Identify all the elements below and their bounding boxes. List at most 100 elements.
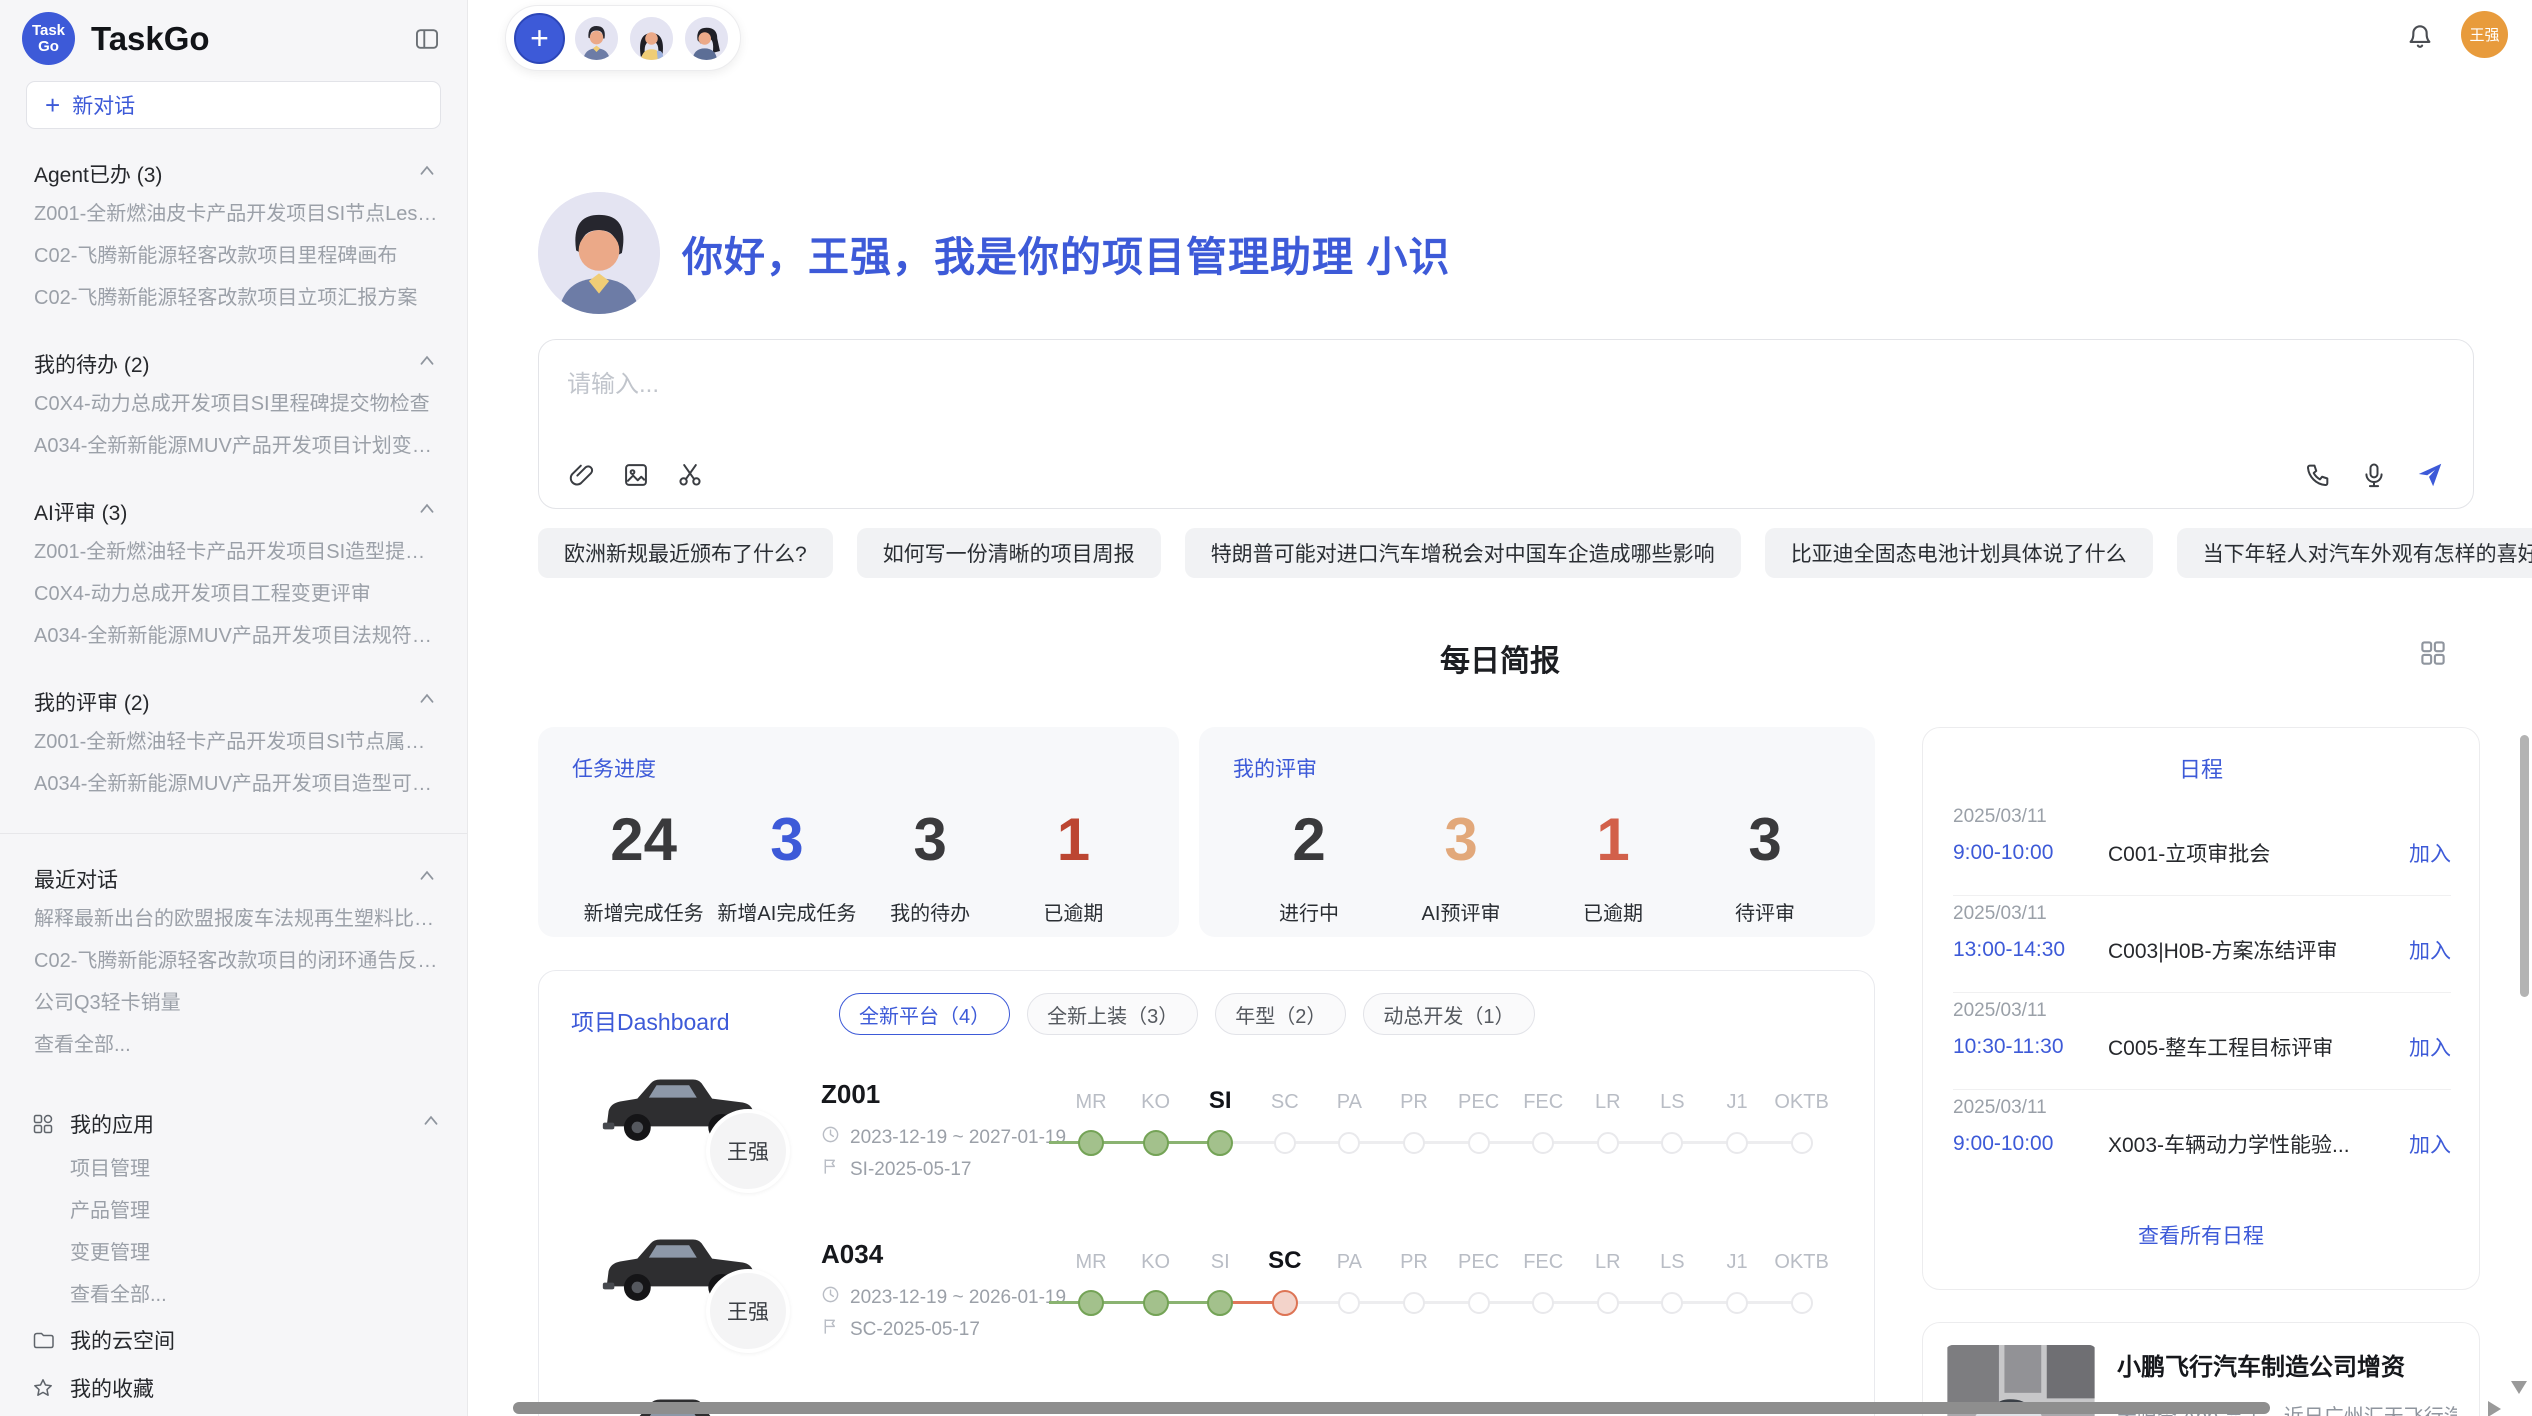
project-name: A034 <box>821 1239 883 1270</box>
milestone-dot[interactable] <box>1274 1132 1296 1154</box>
voice-call-icon[interactable] <box>2303 460 2333 490</box>
sidebar-task-item[interactable]: Z001-全新燃油轻卡产品开发项目SI节点属性5D文件评审 <box>0 721 467 763</box>
join-meeting-link[interactable]: 加入 <box>2409 935 2451 965</box>
sidebar-collapse-icon[interactable] <box>409 21 445 57</box>
sidebar-task-item[interactable]: C0X4-动力总成开发项目工程变更评审 <box>0 573 467 615</box>
scroll-down-arrow[interactable] <box>2511 1381 2527 1394</box>
milestone-dot[interactable] <box>1143 1130 1169 1156</box>
sidebar-app-item[interactable]: 产品管理 <box>0 1190 467 1232</box>
milestone-label: OKTB <box>1757 1251 1847 1274</box>
send-icon[interactable] <box>2415 460 2445 490</box>
milestone-dot[interactable] <box>1272 1290 1298 1316</box>
milestone-dot[interactable] <box>1338 1292 1360 1314</box>
milestone-dot[interactable] <box>1597 1132 1619 1154</box>
scissors-icon[interactable] <box>675 460 705 490</box>
milestone-dot[interactable] <box>1078 1130 1104 1156</box>
view-all-schedule-link[interactable]: 查看所有日程 <box>1923 1220 2479 1250</box>
milestone-dot[interactable] <box>1207 1130 1233 1156</box>
dashboard-tab[interactable]: 动总开发（1） <box>1363 993 1534 1035</box>
join-meeting-link[interactable]: 加入 <box>2409 1129 2451 1159</box>
milestone-dot[interactable] <box>1726 1292 1748 1314</box>
milestone-dot[interactable] <box>1661 1132 1683 1154</box>
chat-input-box[interactable]: 请输入... <box>538 339 2474 509</box>
assistant-avatar <box>538 192 660 314</box>
horizontal-scrollbar[interactable] <box>513 1402 2270 1414</box>
suggestion-chip[interactable]: 特朗普可能对进口汽车增税会对中国车企造成哪些影响 <box>1185 528 1741 578</box>
join-meeting-link[interactable]: 加入 <box>2409 1032 2451 1062</box>
new-chat-button[interactable]: + 新对话 <box>26 81 441 129</box>
sidebar-item-cloud[interactable]: 我的云空间 <box>0 1316 467 1364</box>
milestone-dot[interactable] <box>1207 1290 1233 1316</box>
milestone-dot[interactable] <box>1143 1290 1169 1316</box>
user-avatar[interactable]: 王强 <box>2461 11 2508 58</box>
join-meeting-link[interactable]: 加入 <box>2409 838 2451 868</box>
milestone-dot[interactable] <box>1403 1132 1425 1154</box>
vertical-scrollbar[interactable] <box>2520 735 2529 997</box>
milestone-dot[interactable] <box>1468 1132 1490 1154</box>
agent-avatar-3[interactable] <box>683 15 730 62</box>
dashboard-tab[interactable]: 年型（2） <box>1215 993 1346 1035</box>
sidebar-section-header[interactable]: 我的待办 (2) <box>34 349 437 379</box>
recent-conversation-item[interactable]: 公司Q3轻卡销量 <box>0 982 467 1024</box>
suggestion-chip[interactable]: 比亚迪全固态电池计划具体说了什么 <box>1765 528 2153 578</box>
suggestion-chip[interactable]: 当下年轻人对汽车外观有怎样的喜好趋势 <box>2177 528 2532 578</box>
recent-conversation-item[interactable]: 查看全部... <box>0 1024 467 1066</box>
milestone-dot[interactable] <box>1532 1292 1554 1314</box>
chevron-up-icon[interactable] <box>417 866 437 892</box>
sidebar-task-item[interactable]: A034-全新新能源MUV产品开发项目计划变更表编写 <box>0 425 467 467</box>
chevron-up-icon[interactable] <box>421 1111 441 1137</box>
milestone-dot[interactable] <box>1661 1292 1683 1314</box>
image-icon[interactable] <box>621 460 651 490</box>
chevron-up-icon[interactable] <box>417 351 437 377</box>
chevron-up-icon[interactable] <box>417 161 437 187</box>
recent-conversation-item[interactable]: 解释最新出台的欧盟报废车法规再生塑料比例被调至15%... <box>0 898 467 940</box>
sidebar-app-item[interactable]: 查看全部... <box>0 1274 467 1316</box>
add-agent-button[interactable]: + <box>514 13 565 64</box>
notifications-bell-icon[interactable] <box>2405 20 2435 50</box>
sidebar-task-item[interactable]: C02-飞腾新能源轻客改款项目立项汇报方案 <box>0 277 467 319</box>
dashboard-tab[interactable]: 全新平台（4） <box>839 993 1010 1035</box>
sidebar-task-item[interactable]: C02-飞腾新能源轻客改款项目里程碑画布 <box>0 235 467 277</box>
sidebar-item-favorites[interactable]: 我的收藏 <box>0 1364 467 1412</box>
scroll-right-arrow[interactable] <box>2488 1401 2501 1416</box>
sidebar-app-item[interactable]: 项目管理 <box>0 1148 467 1190</box>
suggestion-chip[interactable]: 如何写一份清晰的项目周报 <box>857 528 1161 578</box>
agent-avatar-1[interactable] <box>573 15 620 62</box>
milestone-dot[interactable] <box>1468 1292 1490 1314</box>
stat-column: 3我的待办 <box>859 807 1002 926</box>
app-screen: Task Go TaskGo + 新对话 Agent已办 (3)Z001-全新燃… <box>0 0 2532 1416</box>
attachment-icon[interactable] <box>567 460 597 490</box>
dashboard-tab[interactable]: 全新上装（3） <box>1027 993 1198 1035</box>
sidebar-task-item[interactable]: C0X4-动力总成开发项目SI里程碑提交物检查 <box>0 383 467 425</box>
sidebar-section-header[interactable]: Agent已办 (3) <box>34 159 437 189</box>
sidebar-section-header[interactable]: 最近对话 <box>34 864 437 894</box>
milestone-dot[interactable] <box>1791 1292 1813 1314</box>
stat-card-title: 我的评审 <box>1233 753 1841 783</box>
chevron-up-icon[interactable] <box>417 689 437 715</box>
suggestion-chip[interactable]: 欧洲新规最近颁布了什么? <box>538 528 833 578</box>
schedule-row: 13:00-14:30C003|H0B-方案冻结评审加入 <box>1953 935 2451 965</box>
milestone-dot[interactable] <box>1597 1292 1619 1314</box>
sidebar-task-item[interactable]: Z001-全新燃油皮卡产品开发项目SI节点Lesson Learn报告 <box>0 193 467 235</box>
milestone-dot[interactable] <box>1726 1132 1748 1154</box>
milestone-dot[interactable] <box>1078 1290 1104 1316</box>
milestone-dot[interactable] <box>1338 1132 1360 1154</box>
sidebar-task-item[interactable]: Z001-全新燃油轻卡产品开发项目SI造型提交物评审 <box>0 531 467 573</box>
milestone-dot[interactable] <box>1791 1132 1813 1154</box>
sidebar-item-my-apps[interactable]: 我的应用 <box>0 1100 467 1148</box>
recent-conversation-item[interactable]: C02-飞腾新能源轻客改款项目的闭环通告反馈情况 <box>0 940 467 982</box>
schedule-event-title: C001-立项审批会 <box>2108 838 2399 868</box>
sidebar-task-item[interactable]: A034-全新新能源MUV产品开发项目造型可行性评审 <box>0 763 467 805</box>
sidebar-section-header[interactable]: AI评审 (3) <box>34 497 437 527</box>
microphone-icon[interactable] <box>2359 460 2389 490</box>
sidebar-section-header[interactable]: 我的评审 (2) <box>34 687 437 717</box>
agent-avatar-2[interactable] <box>628 15 675 62</box>
milestone-dot[interactable] <box>1532 1132 1554 1154</box>
chevron-up-icon[interactable] <box>417 499 437 525</box>
sidebar-task-item[interactable]: A034-全新新能源MUV产品开发项目法规符合性评审 <box>0 615 467 657</box>
milestone-dot[interactable] <box>1403 1292 1425 1314</box>
briefing-layout-icon[interactable] <box>2418 638 2448 668</box>
sidebar-app-item[interactable]: 变更管理 <box>0 1232 467 1274</box>
project-date-range: 2023-12-19 ~ 2026-01-19 <box>850 1287 1066 1309</box>
app-title: TaskGo <box>91 20 409 58</box>
